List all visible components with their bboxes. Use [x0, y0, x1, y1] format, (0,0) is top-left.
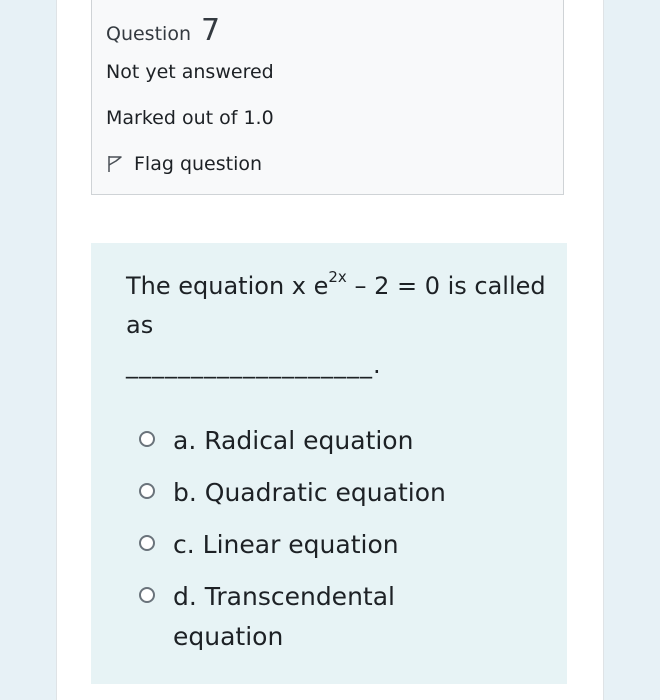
answer-letter-a: a.	[173, 426, 197, 455]
question-number: 7	[201, 13, 221, 48]
answer-label-a: Radical equation	[204, 426, 414, 455]
flag-question-link[interactable]: Flag question	[106, 153, 262, 175]
radio-button-d[interactable]	[139, 587, 155, 603]
question-info-box: Question 7 Not yet answered Marked out o…	[91, 0, 564, 195]
answer-label-b: Quadratic equation	[204, 478, 446, 507]
answer-option-b[interactable]: b. Quadratic equation	[139, 473, 446, 525]
answer-option-c-text: c. Linear equation	[173, 525, 399, 565]
radio-button-c[interactable]	[139, 535, 155, 551]
radio-button-a[interactable]	[139, 431, 155, 447]
question-exponent: 2x	[328, 268, 347, 286]
question-content-box: The equation x e2x – 2 = 0 is called as …	[91, 243, 567, 684]
question-grade: Marked out of 1.0	[106, 107, 274, 129]
answer-option-c[interactable]: c. Linear equation	[139, 525, 446, 577]
question-heading: Question 7	[106, 13, 220, 48]
answer-label-d: Transcendental equation	[173, 582, 395, 651]
question-state: Not yet answered	[106, 61, 274, 83]
answer-letter-d: d.	[173, 582, 197, 611]
answer-option-b-text: b. Quadratic equation	[173, 473, 446, 513]
answer-options: a. Radical equation b. Quadratic equatio…	[139, 421, 446, 677]
answer-letter-b: b.	[173, 478, 197, 507]
answer-option-a[interactable]: a. Radical equation	[139, 421, 446, 473]
question-text-part1: The equation x e	[126, 272, 329, 300]
answer-blank-line: ___________________.	[126, 351, 382, 379]
flag-question-label: Flag question	[134, 153, 263, 175]
answer-option-a-text: a. Radical equation	[173, 421, 413, 461]
flag-icon	[106, 155, 124, 173]
question-text: The equation x e2x – 2 = 0 is called as	[126, 267, 546, 345]
question-label: Question	[106, 23, 191, 45]
answer-label-c: Linear equation	[202, 530, 399, 559]
radio-button-b[interactable]	[139, 483, 155, 499]
answer-option-d-text: d. Transcendental equation	[173, 577, 433, 657]
answer-option-d[interactable]: d. Transcendental equation	[139, 577, 446, 677]
answer-letter-c: c.	[173, 530, 195, 559]
